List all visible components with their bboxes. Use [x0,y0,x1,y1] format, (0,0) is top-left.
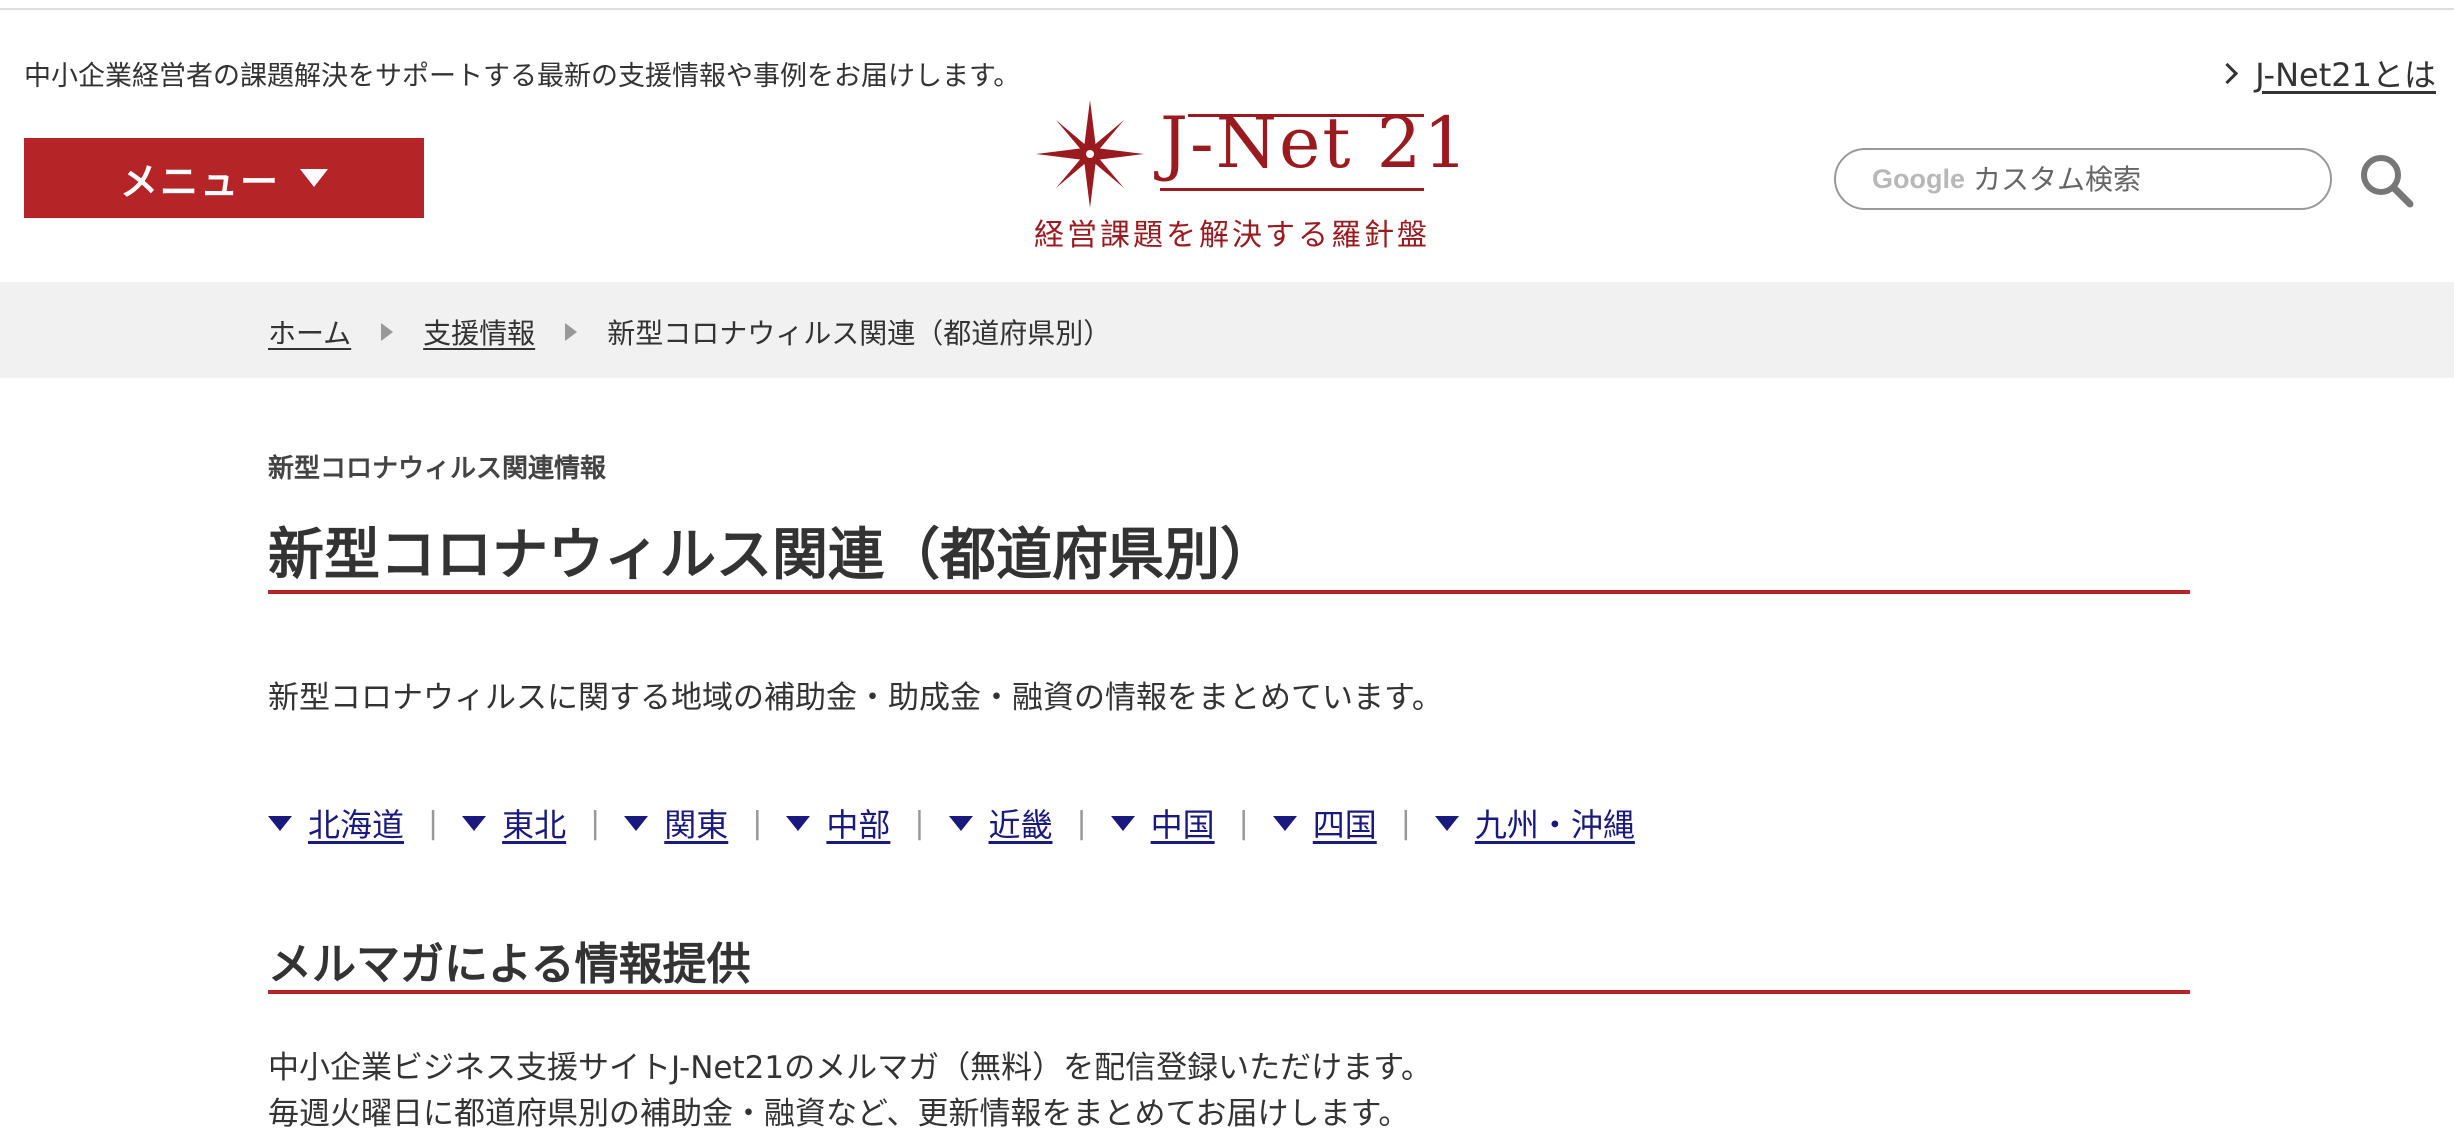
about-link-label: J-Net21とは [2255,56,2436,94]
newsletter-text-line: 中小企業ビジネス支援サイトJ-Net21のメルマガ（無料）を配信登録いただけます… [268,1050,1432,1086]
region-link-label: 四国 [1312,806,1377,844]
caret-down-icon [300,169,328,187]
triangle-right-icon [381,323,394,341]
triangle-down-icon [268,815,292,831]
triangle-down-icon [624,815,649,831]
google-mark: Google [1872,163,1965,194]
triangle-down-icon [786,815,811,831]
site-logo[interactable]: J-Net 21 経営課題を解決する羅針盤 [1034,98,1468,253]
region-link-label: 九州・沖縄 [1474,806,1635,844]
menu-button[interactable]: メニュー [24,138,424,218]
menu-button-label: メニュー [119,159,280,204]
region-link-shikoku[interactable]: 四国 [1272,800,1377,846]
title-underline [268,590,2190,594]
breadcrumb-current: 新型コロナウィルス関連（都道府県別） [607,317,1112,350]
region-link-chubu[interactable]: 中部 [786,800,890,846]
region-separator: | [914,805,925,841]
newsletter-text-line: 毎週火曜日に都道府県別の補助金・融資など、更新情報をまとめてお届けします。 [268,1096,1410,1132]
triangle-down-icon [1434,815,1459,831]
search-input[interactable] [1973,162,2303,196]
top-divider [0,8,2454,10]
logo-brand-text: J-Net 21 [1160,102,1470,184]
region-link-kyushu-okinawa[interactable]: 九州・沖縄 [1434,800,1635,846]
region-separator: | [1076,805,1087,841]
region-separator: | [1400,805,1411,841]
region-link-kanto[interactable]: 関東 [624,800,728,846]
region-link-tohoku[interactable]: 東北 [462,800,566,846]
triangle-down-icon [1110,815,1135,831]
region-link-label: 中国 [1150,806,1215,844]
region-link-label: 東北 [502,806,567,844]
search-box: Google [1834,148,2332,210]
triangle-down-icon [462,815,487,831]
site-tagline: 中小企業経営者の課題解決をサポートする最新の支援情報や事例をお届けします。 [24,61,1021,92]
triangle-down-icon [1272,815,1297,831]
category-label: 新型コロナウィルス関連情報 [268,454,607,484]
region-link-label: 関東 [664,806,729,844]
region-link-hokkaido[interactable]: 北海道 [268,800,404,846]
section-underline [268,990,2190,994]
breadcrumb-support-info[interactable]: 支援情報 [423,312,535,352]
region-separator: | [752,805,763,841]
logo-underline [1160,188,1424,191]
logo-wordmark: J-Net 21 [1160,102,1468,200]
search-icon[interactable] [2356,150,2416,210]
about-jnet21-link[interactable]: J-Net21とは [2217,50,2436,96]
region-link-label: 中部 [826,806,891,844]
breadcrumb-home[interactable]: ホーム [268,312,351,352]
triangle-right-icon [565,323,578,341]
breadcrumb: ホーム 支援情報 新型コロナウィルス関連（都道府県別） [268,312,1111,352]
compass-star-icon [1036,100,1144,208]
region-nav: 北海道 | 東北 | 関東 | 中部 | 近畿 | 中国 | 四国 | 九州・沖… [268,800,1635,846]
newsletter-section-title: メルマガによる情報提供 [268,939,751,990]
region-link-label: 近畿 [988,806,1053,844]
region-link-chugoku[interactable]: 中国 [1110,800,1215,846]
logo-slogan: 経営課題を解決する羅針盤 [1034,218,1430,253]
region-link-label: 北海道 [308,806,405,844]
intro-text: 新型コロナウィルスに関する地域の補助金・助成金・融資の情報をまとめています。 [268,680,1443,716]
region-link-kinki[interactable]: 近畿 [948,800,1053,846]
region-separator: | [1238,805,1249,841]
region-separator: | [428,805,439,841]
page-title: 新型コロナウィルス関連（都道府県別） [268,523,1276,588]
chevron-right-icon [2217,62,2239,84]
region-separator: | [590,805,601,841]
triangle-down-icon [948,815,973,831]
